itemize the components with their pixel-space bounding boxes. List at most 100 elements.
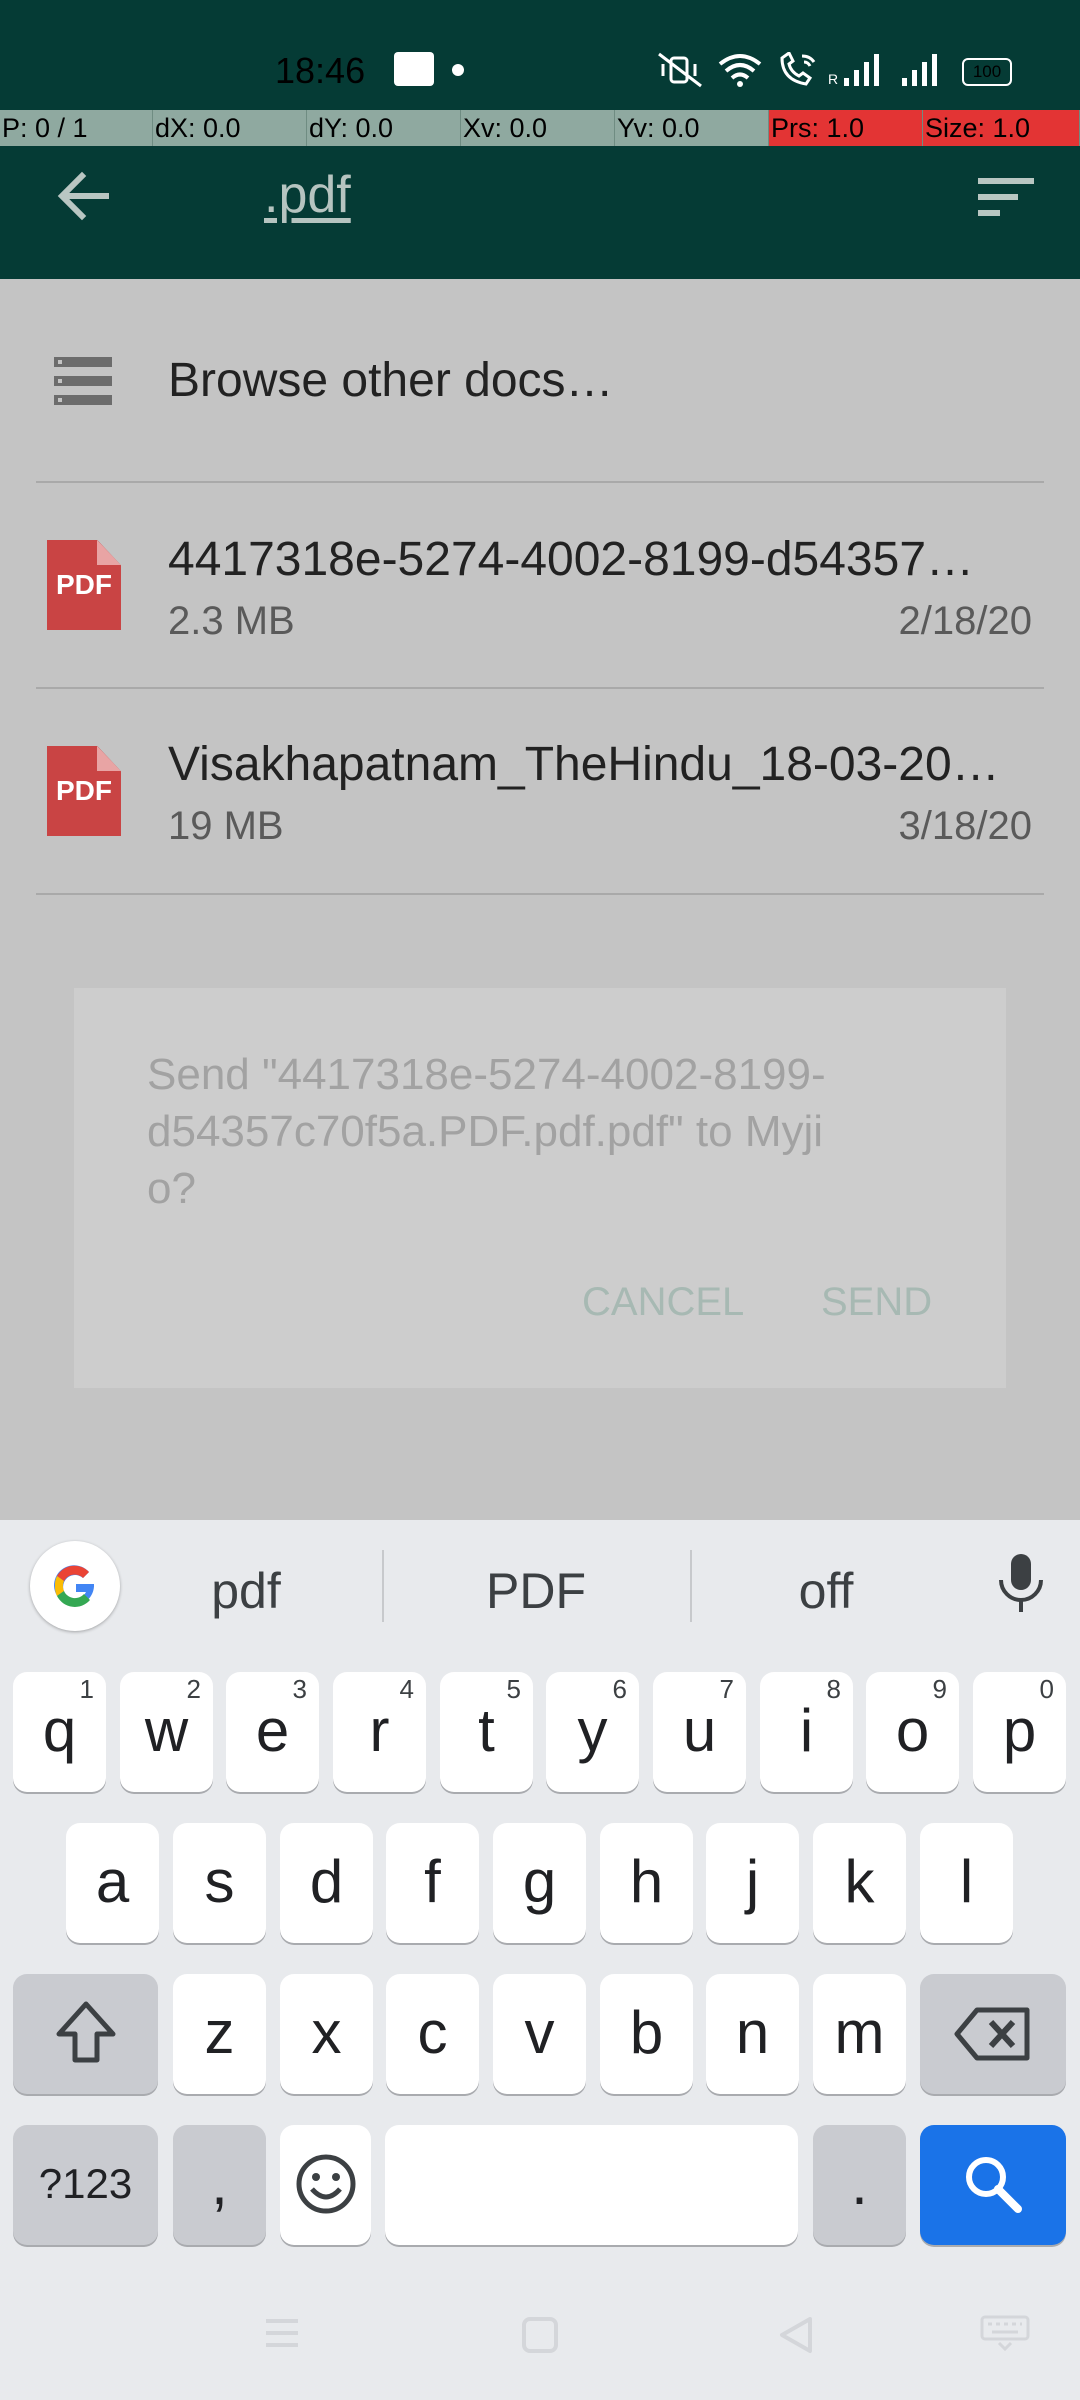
key-label: t	[478, 1697, 495, 1764]
key-label: w	[144, 1697, 189, 1764]
divider	[36, 687, 1044, 689]
suggestion-1[interactable]: pdf	[176, 1562, 316, 1620]
emoji-key[interactable]	[280, 2125, 371, 2245]
file-size: 19 MB	[168, 804, 284, 848]
browse-other-docs[interactable]: Browse other docs…	[168, 353, 614, 408]
signal-icon	[902, 54, 937, 86]
suggestion-3[interactable]: off	[756, 1562, 896, 1620]
key-label: r	[369, 1697, 390, 1764]
key-w[interactable]: w2	[120, 1672, 213, 1792]
suggestion-2[interactable]: PDF	[466, 1562, 606, 1620]
key-e[interactable]: e3	[226, 1672, 319, 1792]
sort-icon[interactable]	[976, 174, 1038, 220]
key-label: i	[799, 1697, 814, 1764]
menu-icon[interactable]	[262, 2315, 302, 2351]
pointer-dy: dY: 0.0	[307, 110, 461, 146]
key-h[interactable]: h	[600, 1823, 693, 1943]
key-f[interactable]: f	[386, 1823, 479, 1943]
divider	[690, 1550, 692, 1622]
key-hint: 7	[719, 1674, 734, 1704]
pointer-count: P: 0 / 1	[0, 110, 153, 146]
divider	[382, 1550, 384, 1622]
pdf-file-icon: PDF	[47, 540, 121, 630]
key-r[interactable]: r4	[333, 1672, 426, 1792]
pointer-dx: dX: 0.0	[153, 110, 307, 146]
backspace-icon	[954, 2007, 1030, 2061]
google-icon[interactable]	[30, 1541, 120, 1631]
space-key[interactable]	[385, 2125, 798, 2245]
key-y[interactable]: y6	[546, 1672, 639, 1792]
notification-dot-icon	[452, 64, 464, 76]
key-hint: 6	[612, 1674, 627, 1704]
shift-key[interactable]	[13, 1974, 158, 2094]
key-a[interactable]: a	[66, 1823, 159, 1943]
key-j[interactable]: j	[706, 1823, 799, 1943]
svg-text:R: R	[828, 71, 838, 87]
key-hint: 3	[292, 1674, 307, 1704]
divider	[36, 893, 1044, 895]
key-label: q	[42, 1697, 77, 1764]
key-label: e	[255, 1697, 290, 1764]
key-hint: 2	[186, 1674, 201, 1704]
keyboard-hide-icon[interactable]	[980, 2315, 1030, 2351]
key-k[interactable]: k	[813, 1823, 906, 1943]
key-g[interactable]: g	[493, 1823, 586, 1943]
period-key[interactable]: .	[813, 2125, 906, 2245]
symbols-key[interactable]: ?123	[13, 2125, 158, 2245]
key-label: u	[682, 1697, 717, 1764]
search-icon	[966, 2157, 1022, 2213]
key-q[interactable]: q1	[13, 1672, 106, 1792]
pointer-location-overlay: P: 0 / 1 dX: 0.0 dY: 0.0 Xv: 0.0 Yv: 0.0…	[0, 110, 1080, 146]
comma-key[interactable]: ,	[173, 2125, 266, 2245]
file-date: 3/18/20	[898, 804, 1032, 848]
key-l[interactable]: l	[920, 1823, 1013, 1943]
home-icon[interactable]	[520, 2315, 560, 2355]
page-title: .pdf	[264, 166, 351, 224]
file-name[interactable]: 4417318e-5274-4002-8199-d54357…	[168, 532, 974, 587]
key-b[interactable]: b	[600, 1974, 693, 2094]
divider	[36, 481, 1044, 483]
key-u[interactable]: u7	[653, 1672, 746, 1792]
key-z[interactable]: z	[173, 1974, 266, 2094]
back-icon[interactable]	[776, 2315, 816, 2355]
send-button[interactable]: SEND	[821, 1280, 932, 1325]
mute-vibrate-icon	[658, 52, 702, 88]
file-name[interactable]: Visakhapatnam_TheHindu_18-03-20…	[168, 737, 1000, 792]
key-label: p	[1002, 1697, 1037, 1764]
status-time: 18:46	[275, 50, 366, 91]
wifi-icon	[718, 54, 762, 87]
key-n[interactable]: n	[706, 1974, 799, 2094]
key-hint: 5	[506, 1674, 521, 1704]
browse-list-icon	[54, 357, 112, 405]
backspace-key[interactable]	[920, 1974, 1066, 2094]
pointer-yv: Yv: 0.0	[615, 110, 769, 146]
battery-icon: 100	[962, 58, 1012, 86]
pointer-xv: Xv: 0.0	[461, 110, 615, 146]
key-m[interactable]: m	[813, 1974, 906, 2094]
key-x[interactable]: x	[280, 1974, 373, 2094]
key-i[interactable]: i8	[760, 1672, 853, 1792]
file-size: 2.3 MB	[168, 599, 295, 643]
key-o[interactable]: o9	[866, 1672, 959, 1792]
arrow-left-icon[interactable]	[52, 164, 116, 228]
key-hint: 1	[79, 1674, 94, 1704]
search-key[interactable]	[920, 2125, 1066, 2245]
key-p[interactable]: p0	[973, 1672, 1066, 1792]
cancel-button[interactable]: CANCEL	[582, 1280, 744, 1325]
key-t[interactable]: t5	[440, 1672, 533, 1792]
key-hint: 8	[826, 1674, 841, 1704]
mic-icon[interactable]	[994, 1552, 1048, 1616]
zomato-icon	[394, 52, 434, 86]
wifi-calling-icon	[780, 52, 816, 86]
key-s[interactable]: s	[173, 1823, 266, 1943]
signal-r-icon: R	[828, 54, 879, 87]
key-d[interactable]: d	[280, 1823, 373, 1943]
dialog-message: Send "4417318e-5274-4002-8199-d54357c70f…	[147, 1050, 826, 1213]
key-c[interactable]: c	[386, 1974, 479, 2094]
screen: 18:46 R 100 P: 0 / 1 dX: 0.0 dY: 0.0 Xv:…	[0, 0, 1080, 2400]
key-hint: 0	[1039, 1674, 1054, 1704]
key-v[interactable]: v	[493, 1974, 586, 2094]
pointer-size: Size: 1.0	[923, 110, 1080, 146]
file-date: 2/18/20	[898, 599, 1032, 643]
keyboard	[0, 1520, 1080, 2400]
